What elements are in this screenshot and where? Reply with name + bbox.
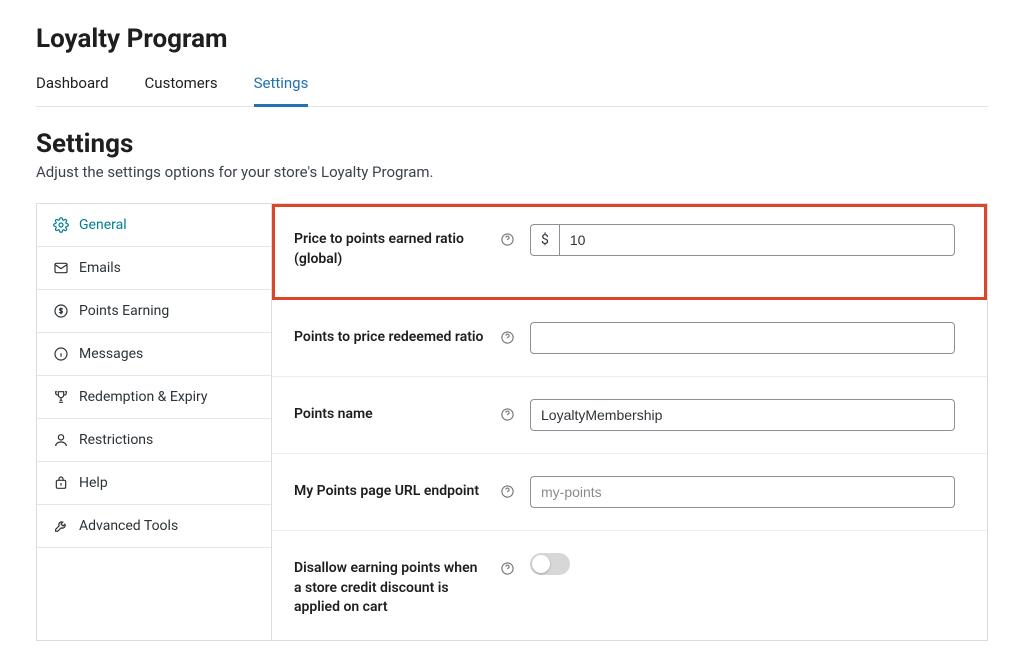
field-label: My Points page URL endpoint	[294, 476, 484, 502]
help-icon[interactable]	[498, 322, 516, 345]
sidebar-item-messages[interactable]: Messages	[37, 333, 271, 376]
sidebar-item-redemption-expiry[interactable]: Redemption & Expiry	[37, 376, 271, 419]
points-name-input[interactable]	[530, 399, 955, 431]
sidebar-item-label: Help	[79, 475, 108, 491]
tab-dashboard[interactable]: Dashboard	[36, 68, 109, 107]
points-to-price-input[interactable]	[530, 322, 955, 354]
settings-content: Price to points earned ratio (global) $ …	[272, 204, 987, 640]
field-url-endpoint: My Points page URL endpoint	[272, 454, 987, 531]
tab-settings[interactable]: Settings	[254, 68, 309, 107]
sidebar-item-label: Advanced Tools	[79, 518, 178, 534]
sidebar-item-label: Restrictions	[79, 432, 153, 448]
sidebar-item-label: General	[79, 217, 127, 233]
field-points-to-price: Points to price redeemed ratio	[272, 300, 987, 377]
sidebar-item-help[interactable]: Help	[37, 462, 271, 505]
sidebar-item-label: Messages	[79, 346, 143, 362]
sidebar-item-points-earning[interactable]: Points Earning	[37, 290, 271, 333]
gear-icon	[53, 217, 69, 233]
sidebar-item-general[interactable]: General	[37, 204, 271, 247]
currency-prefix: $	[530, 224, 559, 256]
field-disallow-earning: Disallow earning points when a store cre…	[272, 531, 987, 640]
field-points-name: Points name	[272, 377, 987, 454]
field-label: Price to points earned ratio (global)	[294, 224, 484, 269]
help-icon[interactable]	[498, 224, 516, 247]
help-icon[interactable]	[498, 553, 516, 576]
settings-panel: General Emails Points Earning Messages R…	[36, 203, 988, 641]
tab-bar: Dashboard Customers Settings	[36, 68, 988, 107]
tab-customers[interactable]: Customers	[145, 68, 218, 107]
url-endpoint-input[interactable]	[530, 476, 955, 508]
help-icon[interactable]	[498, 476, 516, 499]
field-label: Points name	[294, 399, 484, 425]
settings-sidebar: General Emails Points Earning Messages R…	[37, 204, 272, 640]
user-icon	[53, 432, 69, 448]
sidebar-item-label: Redemption & Expiry	[79, 389, 208, 405]
sidebar-item-restrictions[interactable]: Restrictions	[37, 419, 271, 462]
info-icon	[53, 346, 69, 362]
sidebar-item-advanced-tools[interactable]: Advanced Tools	[37, 505, 271, 548]
disallow-earning-toggle[interactable]	[530, 553, 570, 575]
field-price-to-points: Price to points earned ratio (global) $	[272, 204, 987, 300]
field-label: Points to price redeemed ratio	[294, 322, 484, 348]
help-icon[interactable]	[498, 399, 516, 422]
price-to-points-input[interactable]	[559, 224, 955, 256]
section-title: Settings	[36, 129, 988, 159]
section-desc: Adjust the settings options for your sto…	[36, 163, 988, 181]
dollar-circle-icon	[53, 303, 69, 319]
bag-icon	[53, 475, 69, 491]
sidebar-item-label: Points Earning	[79, 303, 169, 319]
field-label: Disallow earning points when a store cre…	[294, 553, 484, 618]
trophy-icon	[53, 389, 69, 405]
sidebar-item-label: Emails	[79, 260, 121, 276]
page-title: Loyalty Program	[36, 24, 988, 54]
tools-icon	[53, 518, 69, 534]
mail-icon	[53, 260, 69, 276]
sidebar-item-emails[interactable]: Emails	[37, 247, 271, 290]
